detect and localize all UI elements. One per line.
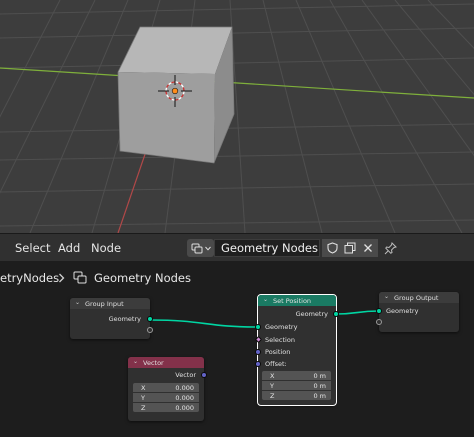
group-output-header[interactable]: ⌄ Group Output bbox=[379, 292, 459, 303]
node-tree-browse-button[interactable] bbox=[187, 239, 214, 257]
breadcrumb: etryNodes Geometry Nodes bbox=[0, 261, 474, 295]
group-output-title: Group Output bbox=[394, 294, 439, 302]
vector-header[interactable]: ⌄ Vector bbox=[128, 357, 204, 368]
vector-x-value: 0.000 bbox=[175, 384, 194, 392]
vector-z-value: 0.000 bbox=[175, 404, 194, 412]
offset-x-value: 0 m bbox=[313, 372, 326, 380]
vector-output-label: Vector bbox=[175, 371, 196, 379]
collapse-chevron-icon[interactable]: ⌄ bbox=[263, 296, 268, 303]
fake-user-button[interactable] bbox=[322, 239, 342, 257]
menu-node[interactable]: Node bbox=[91, 241, 121, 255]
set-position-offset-label: Offset: bbox=[265, 360, 287, 368]
unlink-tree-button[interactable] bbox=[358, 239, 378, 257]
group-input-geometry-label: Geometry bbox=[108, 315, 141, 323]
node-canvas[interactable]: ⌄ Group Input Geometry ⌄ Set Position Ge… bbox=[0, 292, 474, 437]
vector-node[interactable]: ⌄ Vector Vector X 0.000 Y 0.000 Z 0.000 bbox=[128, 357, 207, 421]
shield-icon bbox=[326, 242, 338, 254]
3d-viewport[interactable] bbox=[0, 0, 474, 233]
set-position-selection-socket[interactable] bbox=[254, 335, 263, 344]
set-position-offset-socket[interactable] bbox=[255, 361, 261, 367]
set-position-position-socket[interactable] bbox=[255, 349, 261, 355]
set-position-selection-label: Selection bbox=[265, 336, 295, 344]
set-position-header[interactable]: ⌄ Set Position bbox=[258, 295, 336, 306]
group-output-geometry-label: Geometry bbox=[386, 307, 419, 315]
offset-z-label: Z bbox=[270, 392, 275, 400]
collapse-chevron-icon[interactable]: ⌄ bbox=[384, 293, 389, 300]
breadcrumb-item-tree[interactable]: Geometry Nodes bbox=[94, 271, 191, 285]
floor-grid bbox=[0, 0, 474, 233]
vector-x-field[interactable]: X 0.000 bbox=[133, 383, 199, 392]
vector-y-value: 0.000 bbox=[175, 394, 194, 402]
set-position-geometry-input-label: Geometry bbox=[265, 323, 298, 331]
collapse-chevron-icon[interactable]: ⌄ bbox=[75, 299, 80, 306]
set-position-title: Set Position bbox=[273, 297, 312, 305]
group-output-geometry-socket[interactable] bbox=[376, 308, 382, 314]
vector-y-field[interactable]: Y 0.000 bbox=[133, 393, 199, 402]
pin-icon bbox=[384, 241, 397, 254]
link-set-position-to-group-output bbox=[335, 310, 380, 315]
set-position-geometry-output-socket[interactable] bbox=[333, 311, 339, 317]
set-position-offset-x-field[interactable]: X 0 m bbox=[262, 371, 331, 380]
vector-z-field[interactable]: Z 0.000 bbox=[133, 403, 199, 412]
set-position-offset-z-field[interactable]: Z 0 m bbox=[262, 391, 331, 400]
set-position-geometry-output-label: Geometry bbox=[295, 310, 328, 318]
node-tree-icon bbox=[73, 271, 87, 284]
pin-button[interactable] bbox=[382, 239, 398, 257]
group-input-node[interactable]: ⌄ Group Input Geometry bbox=[70, 298, 153, 339]
offset-y-value: 0 m bbox=[313, 382, 326, 390]
group-input-geometry-socket[interactable] bbox=[147, 316, 153, 322]
set-position-geometry-input-socket[interactable] bbox=[255, 324, 261, 330]
vector-z-label: Z bbox=[141, 404, 146, 412]
group-input-empty-socket[interactable] bbox=[147, 327, 153, 333]
offset-x-label: X bbox=[270, 372, 275, 380]
group-input-title: Group Input bbox=[85, 300, 124, 308]
cube-object[interactable] bbox=[117, 26, 235, 164]
close-icon bbox=[364, 244, 372, 252]
set-position-node[interactable]: ⌄ Set Position Geometry Geometry Selecti… bbox=[254, 294, 339, 406]
menu-select[interactable]: Select bbox=[15, 241, 50, 255]
group-output-node[interactable]: ⌄ Group Output Geometry bbox=[376, 292, 459, 332]
set-position-offset-y-field[interactable]: Y 0 m bbox=[262, 381, 331, 390]
offset-y-label: Y bbox=[270, 382, 274, 390]
y-axis-line bbox=[0, 67, 474, 99]
vector-x-label: X bbox=[141, 384, 146, 392]
collapse-chevron-icon[interactable]: ⌄ bbox=[133, 358, 138, 365]
viewport-scene bbox=[0, 0, 474, 233]
offset-z-value: 0 m bbox=[313, 392, 326, 400]
menu-add[interactable]: Add bbox=[58, 241, 80, 255]
chevron-down-icon bbox=[204, 246, 211, 251]
node-editor-header: Select Add Node Geometry Nodes bbox=[0, 233, 474, 261]
set-position-position-label: Position bbox=[265, 348, 291, 356]
vector-y-label: Y bbox=[141, 394, 145, 402]
link-group-input-to-set-position bbox=[149, 319, 259, 328]
duplicate-tree-button[interactable] bbox=[340, 239, 360, 257]
breadcrumb-item-object[interactable]: etryNodes bbox=[0, 271, 59, 285]
vector-output-socket[interactable] bbox=[201, 372, 207, 378]
node-tree-name-field[interactable]: Geometry Nodes bbox=[214, 239, 320, 257]
vector-title: Vector bbox=[143, 359, 164, 367]
group-output-empty-socket[interactable] bbox=[376, 319, 382, 325]
chevron-right-icon bbox=[59, 273, 65, 283]
group-input-header[interactable]: ⌄ Group Input bbox=[70, 298, 150, 309]
duplicate-icon bbox=[344, 242, 356, 254]
node-tree-icon bbox=[191, 243, 202, 253]
